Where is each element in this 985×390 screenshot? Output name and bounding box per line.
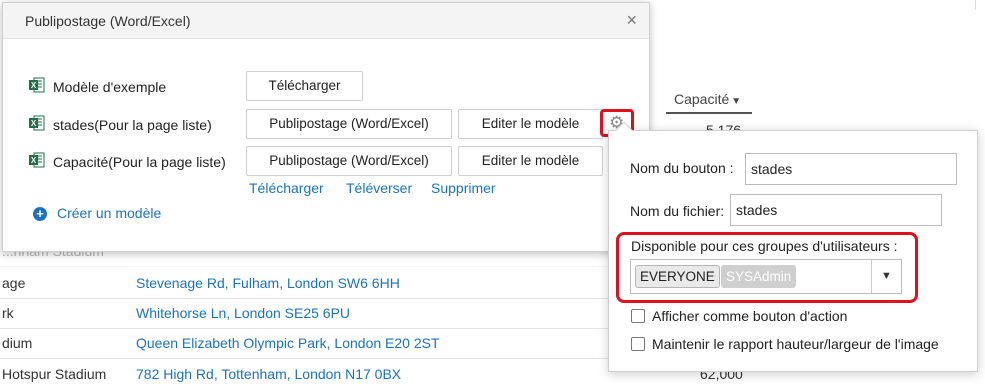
svg-text:X: X	[31, 119, 37, 128]
table-cell-name: rk	[2, 305, 14, 321]
download-sample-button[interactable]: Télécharger	[246, 71, 363, 101]
excel-icon: X	[29, 152, 45, 168]
svg-text:X: X	[31, 156, 37, 165]
delete-link[interactable]: Supprimer	[431, 180, 496, 196]
table-cell-name: dium	[2, 335, 33, 351]
template-label: Capacité(Pour la page liste)	[53, 154, 226, 170]
table-cell-name: age	[2, 275, 26, 291]
chevron-down-icon[interactable]: ▼	[871, 260, 901, 293]
edit-template-button[interactable]: Editer le modèle	[458, 146, 603, 176]
sort-caret-icon: ▼	[731, 96, 742, 107]
mail-merge-button[interactable]: Publipostage (Word/Excel)	[246, 146, 452, 176]
table-cell-address[interactable]: Whitehorse Ln, London SE25 6PU	[136, 305, 350, 321]
table-cell-name: Hotspur Stadium	[2, 366, 107, 382]
user-groups-label: Disponible pour ces groupes d'utilisateu…	[631, 238, 898, 254]
capacity-header-label: Capacité	[674, 91, 730, 107]
table-cell-address[interactable]: Stevenage Rd, Fulham, London SW6 6HH	[136, 275, 400, 291]
divider	[975, 0, 976, 10]
aspect-ratio-label: Maintenir le rapport hauteur/largeur de …	[652, 336, 939, 352]
file-name-input[interactable]	[730, 194, 942, 226]
excel-icon: X	[29, 77, 45, 93]
table-cell-address[interactable]: Queen Elizabeth Olympic Park, London E20…	[136, 335, 440, 351]
mail-merge-button[interactable]: Publipostage (Word/Excel)	[246, 109, 452, 139]
dialog-title: Publipostage (Word/Excel)	[25, 13, 191, 29]
group-tag-sysadmin[interactable]: SYSAdmin	[721, 265, 797, 288]
group-tag-everyone[interactable]: EVERYONE	[635, 265, 720, 288]
user-groups-select[interactable]: EVERYONE SYSAdmin ▼	[630, 259, 902, 294]
template-label: stades(Pour la page liste)	[53, 117, 212, 133]
capacity-column-header[interactable]: Capacité ▼	[666, 86, 752, 114]
create-template-label: Créer un modèle	[57, 205, 162, 221]
action-button-checkbox[interactable]	[631, 309, 645, 323]
download-link[interactable]: Télécharger	[249, 180, 324, 196]
mail-merge-dialog: Publipostage (Word/Excel) × X Modèle d'e…	[2, 2, 650, 252]
plus-circle-icon: +	[33, 207, 47, 221]
svg-text:X: X	[31, 81, 37, 90]
excel-icon: X	[29, 115, 45, 131]
table-cell-address[interactable]: 782 High Rd, Tottenham, London N17 0BX	[136, 366, 401, 382]
button-name-input[interactable]	[745, 153, 957, 185]
template-label: Modèle d'exemple	[53, 79, 167, 95]
dialog-header: Publipostage (Word/Excel) ×	[3, 3, 649, 39]
button-name-label: Nom du bouton :	[630, 160, 734, 176]
aspect-ratio-checkbox[interactable]	[631, 337, 645, 351]
file-name-label: Nom du fichier:	[630, 203, 725, 219]
close-icon[interactable]: ×	[626, 11, 637, 29]
edit-template-button[interactable]: Editer le modèle	[458, 109, 603, 139]
template-settings-popover: Nom du bouton : Nom du fichier: Disponib…	[608, 121, 978, 372]
upload-link[interactable]: Téléverser	[346, 180, 412, 196]
action-button-label: Afficher comme bouton d'action	[652, 308, 848, 324]
